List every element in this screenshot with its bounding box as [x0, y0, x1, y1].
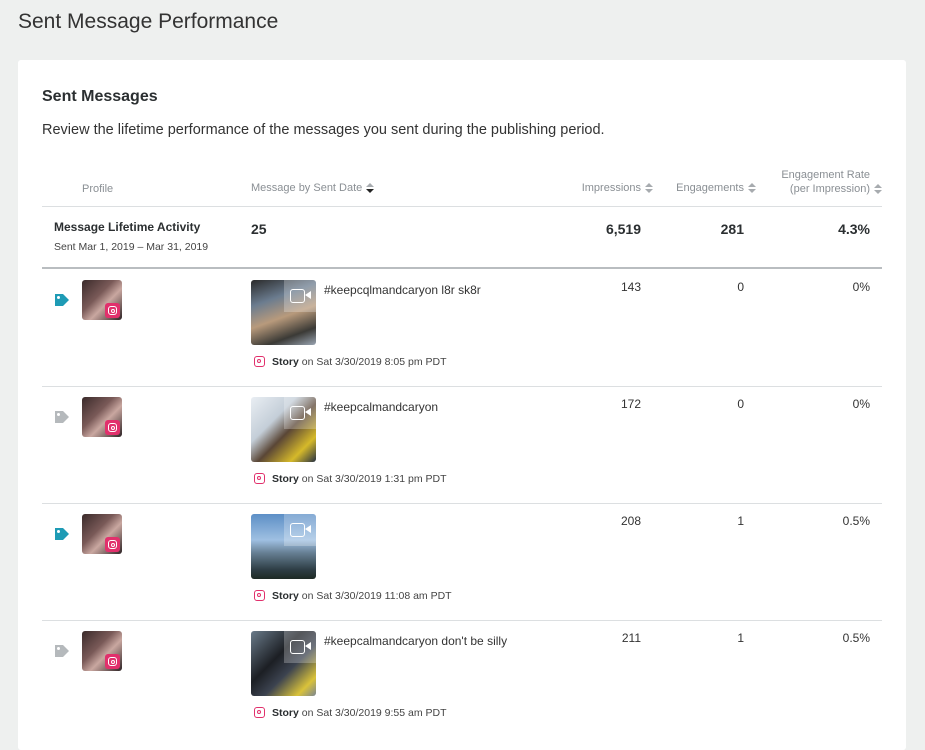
message-meta: Story on Sat 3/30/2019 9:55 am PDT	[254, 707, 447, 719]
message-type: Story	[272, 356, 299, 368]
message-meta: Story on Sat 3/30/2019 8:05 pm PDT	[254, 356, 447, 368]
column-header-impressions[interactable]: Impressions	[582, 182, 653, 194]
column-header-message[interactable]: Message by Sent Date	[251, 182, 375, 194]
message-text[interactable]: #keepcqlmandcaryon l8r sk8r	[324, 280, 524, 301]
message-thumbnail[interactable]	[251, 397, 316, 462]
column-header-profile: Profile	[82, 183, 114, 195]
profile-avatar[interactable]	[82, 514, 122, 554]
video-icon	[284, 514, 316, 546]
column-header-message-label: Message by Sent Date	[251, 182, 363, 194]
sent-messages-card: Sent Messages Review the lifetime perfor…	[18, 60, 906, 750]
page-title: Sent Message Performance	[18, 10, 279, 33]
row-engagement-rate: 0%	[852, 397, 870, 411]
message-sent-date: on Sat 3/30/2019 9:55 am PDT	[298, 707, 447, 719]
summary-impressions: 6,519	[605, 221, 641, 237]
message-thumbnail[interactable]	[251, 280, 316, 345]
tag-icon[interactable]	[54, 527, 70, 541]
table-row[interactable]: Story on Sat 3/30/2019 11:08 am PDT 208 …	[18, 503, 906, 620]
instagram-icon	[254, 707, 265, 718]
summary-message-count: 25	[251, 221, 267, 237]
message-thumbnail[interactable]	[251, 631, 316, 696]
row-impressions: 172	[620, 397, 641, 411]
column-header-engagements[interactable]: Engagements	[676, 182, 756, 194]
row-impressions: 211	[621, 631, 641, 645]
tag-icon[interactable]	[54, 644, 70, 658]
instagram-icon	[105, 537, 120, 552]
row-engagements: 1	[737, 631, 744, 645]
message-meta: Story on Sat 3/30/2019 11:08 am PDT	[254, 590, 452, 602]
message-sent-date: on Sat 3/30/2019 11:08 am PDT	[298, 590, 452, 602]
header-divider	[42, 206, 882, 207]
row-engagement-rate: 0.5%	[842, 631, 870, 645]
message-type: Story	[272, 590, 299, 602]
video-icon	[284, 631, 316, 663]
message-text[interactable]: #keepcalmandcaryon don't be silly	[324, 631, 514, 652]
message-meta: Story on Sat 3/30/2019 1:31 pm PDT	[254, 473, 447, 485]
row-impressions: 208	[620, 514, 641, 528]
message-sent-date: on Sat 3/30/2019 1:31 pm PDT	[298, 473, 447, 485]
table-row[interactable]: #keepcqlmandcaryon l8r sk8r Story on Sat…	[18, 269, 906, 386]
instagram-icon	[254, 590, 265, 601]
video-icon	[284, 397, 316, 429]
table-row[interactable]: #keepcalmandcaryon Story on Sat 3/30/201…	[18, 386, 906, 503]
instagram-icon	[105, 654, 120, 669]
card-description: Review the lifetime performance of the m…	[42, 122, 605, 138]
profile-avatar[interactable]	[82, 397, 122, 437]
sort-icon[interactable]	[645, 182, 653, 194]
column-header-engagement-rate-line1: Engagement Rate	[781, 169, 870, 181]
message-sent-date: on Sat 3/30/2019 8:05 pm PDT	[298, 356, 447, 368]
column-header-engagement-rate[interactable]: Engagement Rate (per Impression)	[781, 168, 882, 196]
message-thumbnail[interactable]	[251, 514, 316, 579]
message-type: Story	[272, 707, 299, 719]
sort-icon[interactable]	[874, 183, 882, 195]
instagram-icon	[105, 420, 120, 435]
card-title: Sent Messages	[42, 88, 158, 105]
summary-label: Message Lifetime Activity	[54, 220, 201, 234]
row-engagement-rate: 0.5%	[842, 514, 870, 528]
instagram-icon	[254, 473, 265, 484]
instagram-icon	[105, 303, 120, 318]
profile-avatar[interactable]	[82, 280, 122, 320]
row-engagements: 0	[737, 280, 744, 294]
row-engagements: 1	[737, 514, 744, 528]
row-impressions: 143	[620, 280, 641, 294]
row-engagement-rate: 0%	[852, 280, 870, 294]
summary-engagements: 281	[720, 221, 744, 237]
video-icon	[284, 280, 316, 312]
sort-icon[interactable]	[748, 182, 756, 194]
tag-icon[interactable]	[54, 293, 70, 307]
row-engagements: 0	[737, 397, 744, 411]
column-header-engagements-label: Engagements	[676, 182, 744, 194]
profile-avatar[interactable]	[82, 631, 122, 671]
tag-icon[interactable]	[54, 410, 70, 424]
message-type: Story	[272, 473, 299, 485]
column-header-engagement-rate-line2: (per Impression)	[789, 183, 870, 195]
table-row[interactable]: #keepcalmandcaryon don't be silly Story …	[18, 620, 906, 737]
sort-desc-icon[interactable]	[366, 182, 375, 194]
summary-date-range: Sent Mar 1, 2019 – Mar 31, 2019	[54, 241, 209, 253]
message-text[interactable]: #keepcalmandcaryon	[324, 397, 524, 418]
column-header-impressions-label: Impressions	[581, 182, 641, 194]
summary-engagement-rate: 4.3%	[838, 221, 870, 237]
instagram-icon	[254, 356, 265, 367]
